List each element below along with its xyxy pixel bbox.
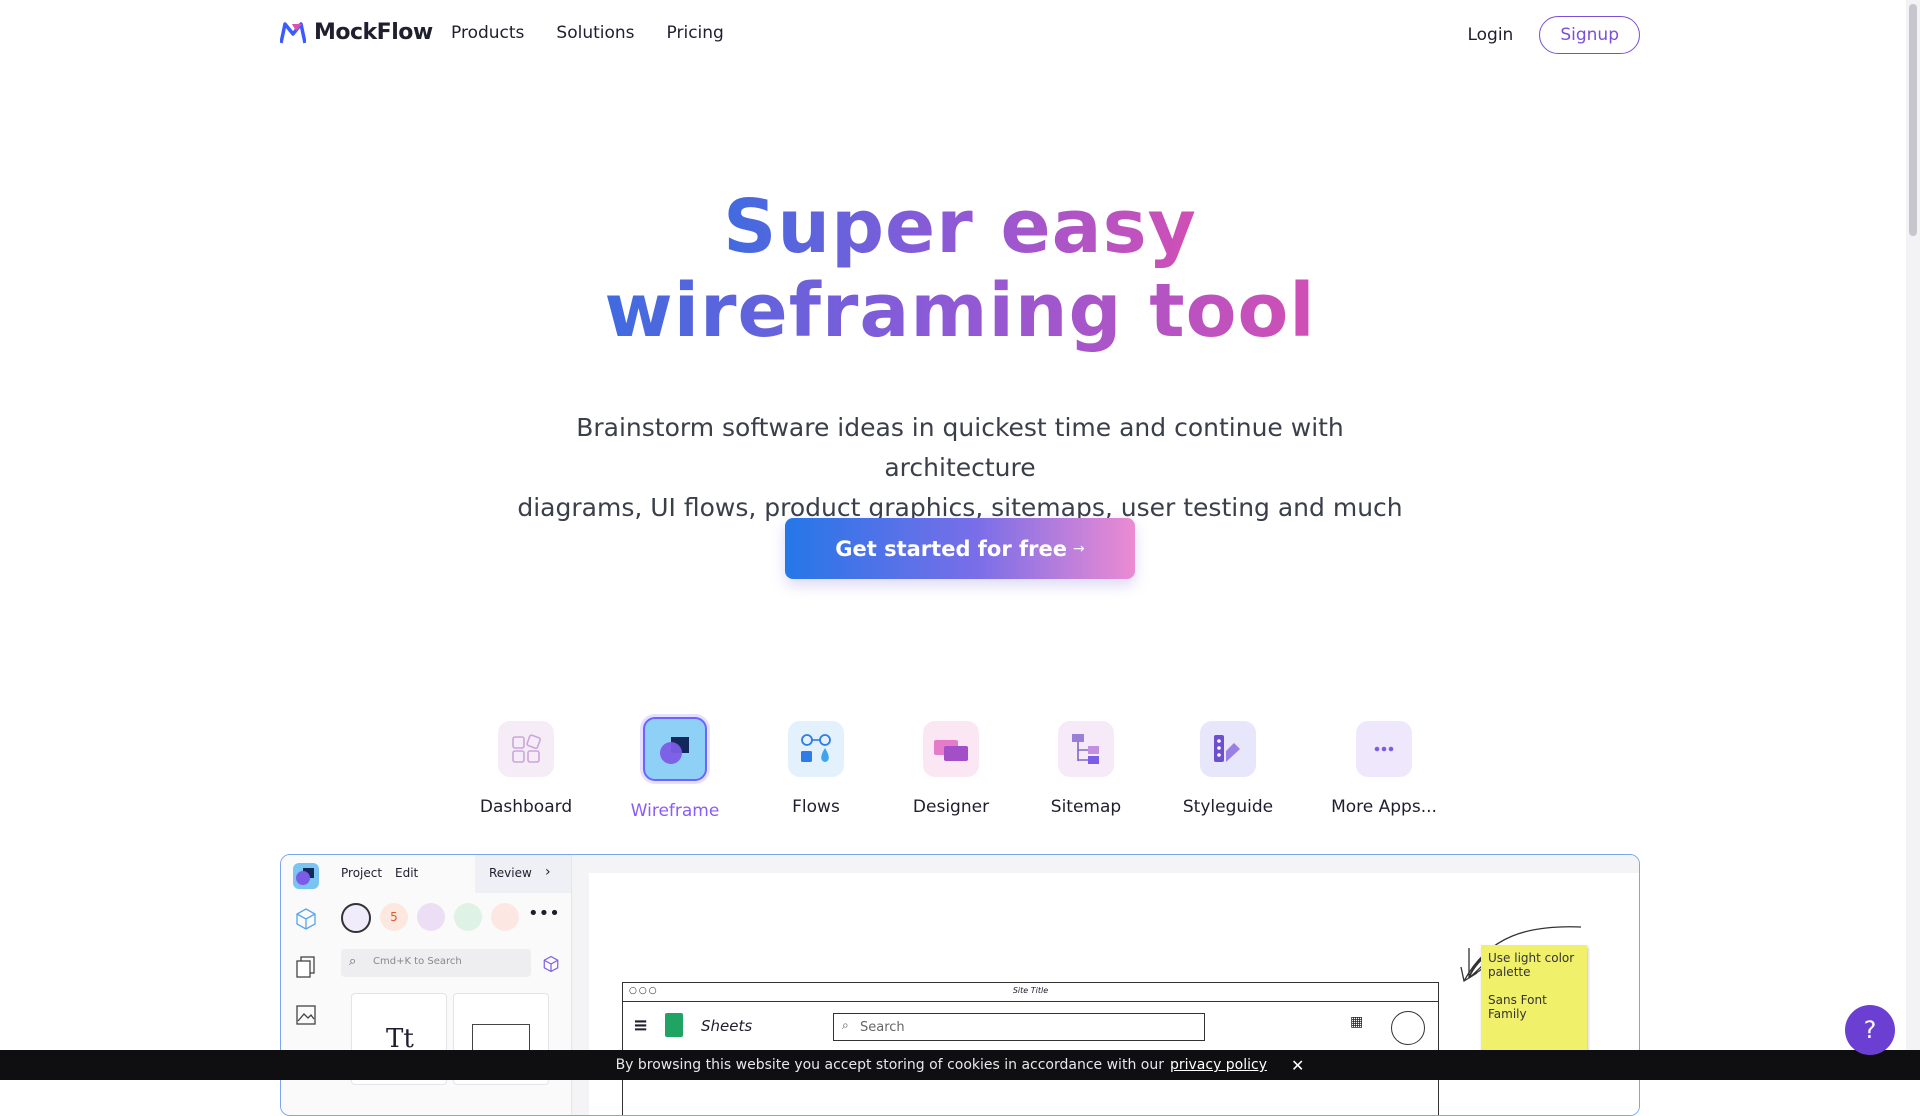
pages-icon[interactable] bbox=[294, 955, 318, 979]
app-label: Dashboard bbox=[479, 797, 573, 817]
auth-links: Login Signup bbox=[1467, 16, 1640, 54]
more-apps-icon bbox=[1356, 721, 1412, 777]
review-tab[interactable]: Review › bbox=[475, 855, 571, 893]
wireframe-browser: ○○○ Site Title ≡ Sheets ⌕ Search ▦ bbox=[622, 982, 1439, 1115]
designer-icon bbox=[923, 721, 979, 777]
chevron-right-icon: › bbox=[545, 864, 551, 880]
apps-grid-icon: ▦ bbox=[1350, 1014, 1363, 1030]
note-line1: Use light color palette bbox=[1488, 951, 1575, 979]
sheets-icon bbox=[665, 1013, 683, 1037]
app-label: Styleguide bbox=[1182, 797, 1274, 817]
signup-button[interactable]: Signup bbox=[1539, 16, 1640, 54]
more-icon[interactable]: ••• bbox=[528, 903, 560, 931]
hero-title: Super easy wireframing tool bbox=[0, 185, 1920, 353]
wireframe-icon bbox=[643, 717, 707, 781]
app-styleguide[interactable]: Styleguide bbox=[1148, 713, 1308, 817]
web-kit-icon[interactable] bbox=[454, 903, 482, 931]
sheets-label: Sheets bbox=[701, 1017, 753, 1035]
image-kit-icon[interactable] bbox=[417, 903, 445, 931]
help-button[interactable]: ? bbox=[1845, 1005, 1895, 1055]
app-label: Sitemap bbox=[1050, 797, 1122, 817]
app-sitemap[interactable]: Sitemap bbox=[1006, 713, 1166, 817]
wireframe-search-placeholder: Search bbox=[860, 1020, 905, 1035]
login-link[interactable]: Login bbox=[1467, 25, 1513, 45]
nav-pricing[interactable]: Pricing bbox=[667, 23, 724, 43]
note-line2: Sans Font Family bbox=[1488, 993, 1547, 1021]
top-nav: MockFlow Products Solutions Pricing Logi… bbox=[0, 0, 1920, 70]
sitemap-icon bbox=[1058, 721, 1114, 777]
menu-project[interactable]: Project bbox=[341, 866, 382, 880]
app-label: Wireframe bbox=[630, 801, 720, 821]
styleguide-icon bbox=[1200, 721, 1256, 777]
wireframe-app-icon[interactable] bbox=[293, 863, 319, 889]
user-avatar-icon bbox=[1391, 1011, 1425, 1045]
preview-toolbar: 5 ••• bbox=[341, 903, 560, 933]
search-icon: ⌕ bbox=[842, 1018, 849, 1032]
html5-icon[interactable]: 5 bbox=[380, 903, 408, 931]
help-icon: ? bbox=[1863, 1016, 1877, 1044]
preview-menubar: Project Edit Review › bbox=[331, 855, 571, 893]
app-more[interactable]: More Apps... bbox=[1304, 713, 1464, 817]
flows-icon bbox=[788, 721, 844, 777]
brand-name: MockFlow bbox=[314, 20, 433, 45]
privacy-policy-link[interactable]: privacy policy bbox=[1170, 1057, 1267, 1073]
nav-links: Products Solutions Pricing bbox=[451, 23, 724, 43]
brand-logo[interactable]: MockFlow bbox=[280, 20, 433, 45]
site-title: Site Title bbox=[1012, 986, 1049, 995]
close-icon[interactable]: ✕ bbox=[1291, 1056, 1304, 1075]
search-icon: ⌕ bbox=[349, 954, 357, 969]
scrollbar[interactable] bbox=[1906, 0, 1920, 1080]
hero-subtitle-line1: Brainstorm software ideas in quickest ti… bbox=[576, 413, 1344, 482]
sketch-kit-icon[interactable] bbox=[491, 903, 519, 931]
app-dashboard[interactable]: Dashboard bbox=[446, 713, 606, 817]
review-label: Review bbox=[489, 866, 532, 880]
menu-edit[interactable]: Edit bbox=[395, 866, 418, 880]
app-label: More Apps... bbox=[1331, 797, 1437, 817]
search-placeholder: Cmd+K to Search bbox=[373, 956, 462, 967]
image-icon[interactable] bbox=[294, 1003, 318, 1027]
sticky-note: Use light color palette Sans Font Family bbox=[1481, 945, 1587, 1065]
hero-title-line1: Super easy bbox=[723, 184, 1197, 270]
browser-titlebar: ○○○ Site Title bbox=[623, 983, 1438, 1002]
dashboard-icon bbox=[498, 721, 554, 777]
nav-products[interactable]: Products bbox=[451, 23, 524, 43]
get-started-button[interactable]: Get started for free → bbox=[785, 518, 1135, 579]
arrow-right-icon: → bbox=[1073, 540, 1085, 557]
cube-icon[interactable] bbox=[294, 907, 318, 931]
nav-solutions[interactable]: Solutions bbox=[556, 23, 634, 43]
hero-title-line2: wireframing tool bbox=[604, 268, 1316, 354]
ui-kit-icon[interactable] bbox=[341, 903, 371, 933]
cube-icon[interactable] bbox=[542, 955, 560, 973]
cta-label: Get started for free bbox=[835, 536, 1067, 561]
cookie-text: By browsing this website you accept stor… bbox=[615, 1057, 1164, 1073]
mockflow-logo-icon bbox=[280, 21, 306, 43]
component-search-input[interactable]: ⌕ Cmd+K to Search bbox=[341, 949, 531, 977]
cookie-banner: By browsing this website you accept stor… bbox=[0, 1050, 1920, 1080]
app-wireframe[interactable]: Wireframe bbox=[595, 713, 755, 821]
hamburger-icon: ≡ bbox=[633, 1015, 649, 1036]
wireframe-search-field: ⌕ Search bbox=[833, 1013, 1205, 1041]
